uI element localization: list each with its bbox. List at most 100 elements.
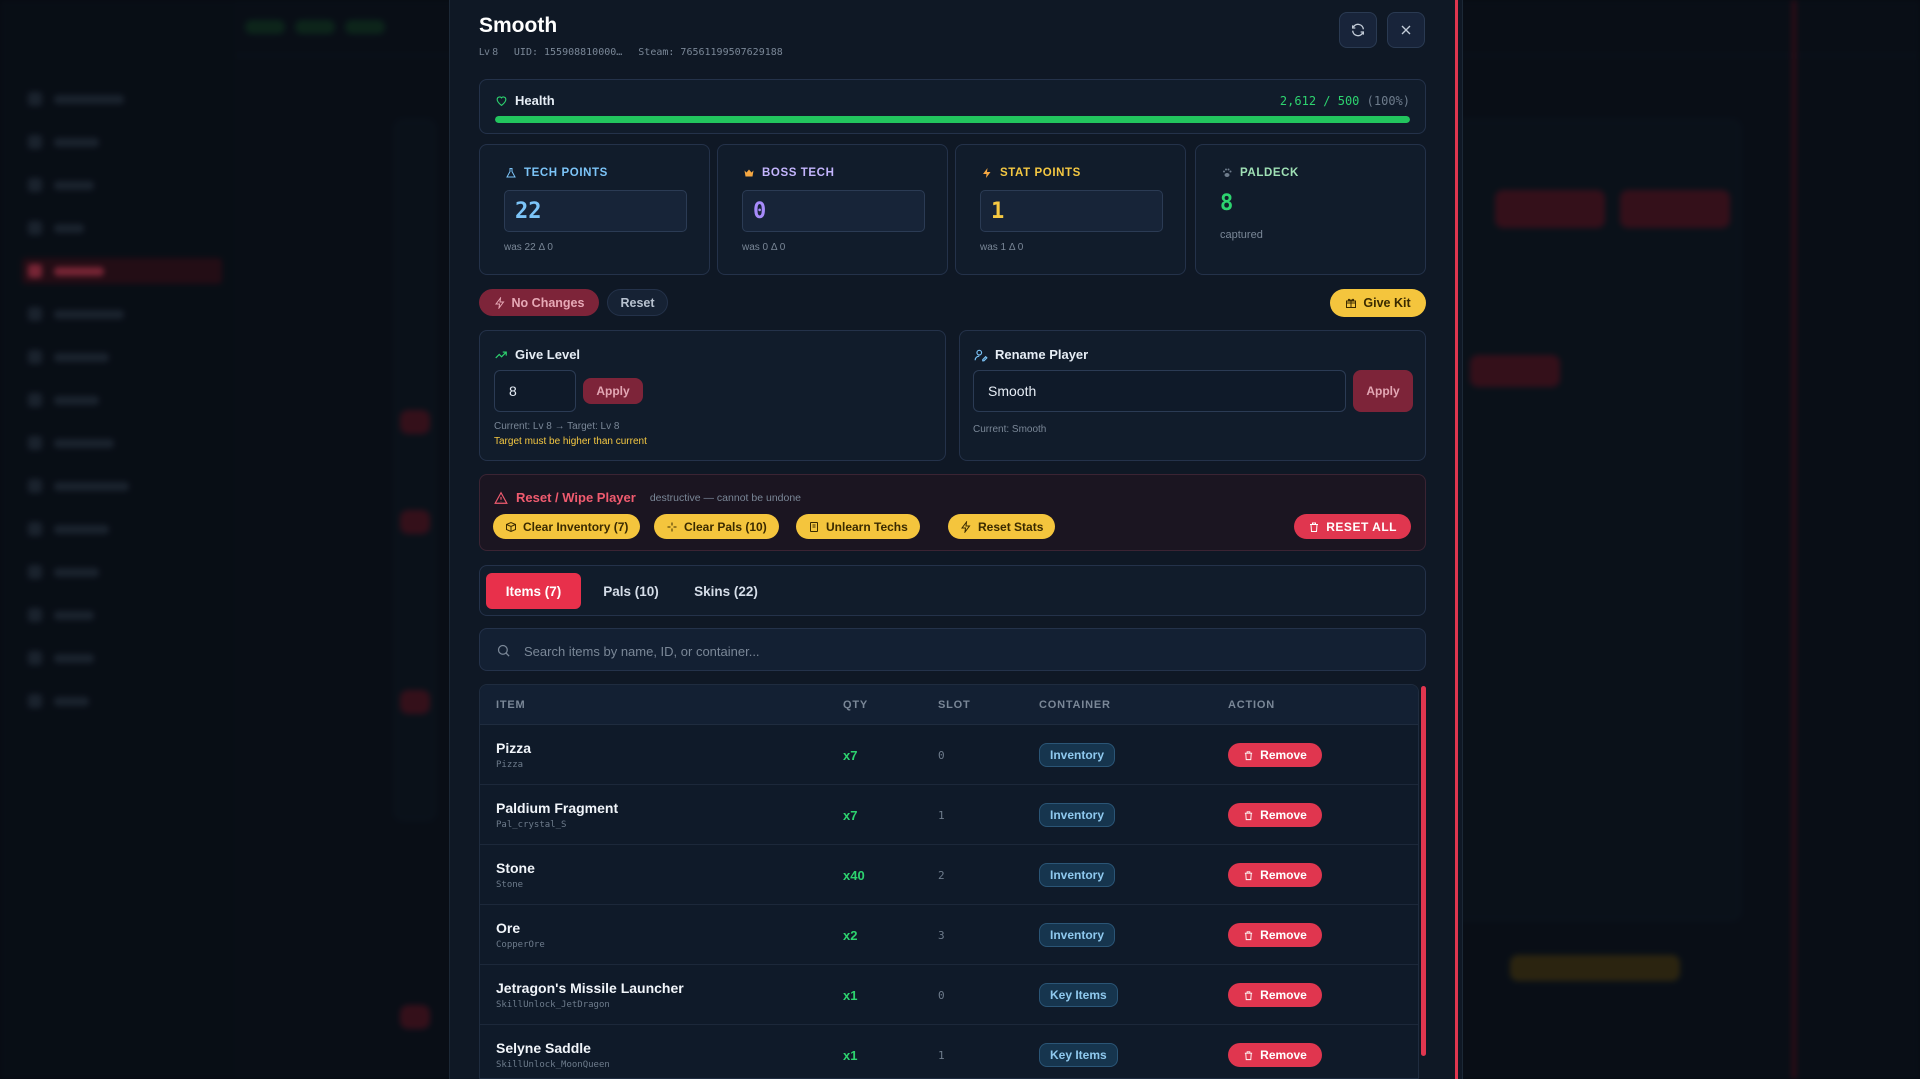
item-slot: 2: [938, 869, 945, 882]
trash-icon: [1244, 870, 1253, 880]
wipe-note: destructive — cannot be undone: [649, 491, 802, 504]
clear-pals-button[interactable]: Clear Pals (10): [654, 514, 779, 539]
background-sidebar: [0, 0, 235, 1079]
item-qty: x1: [843, 1048, 858, 1063]
remove-item-button[interactable]: Remove: [1228, 923, 1322, 947]
health-bar-fill: [495, 116, 1410, 123]
remove-item-button[interactable]: Remove: [1228, 743, 1322, 767]
health-value: 2,612 / 500 (100%): [1279, 94, 1410, 108]
rename-apply-button[interactable]: Apply: [1353, 370, 1413, 412]
item-id: Pal_crystal_S: [496, 820, 567, 830]
search-icon: [497, 644, 510, 657]
stat-points-input[interactable]: 1: [980, 190, 1163, 232]
paldeck-caption: captured: [1220, 229, 1263, 241]
refresh-button[interactable]: [1339, 12, 1377, 48]
table-row: Selyne Saddle SkillUnlock_MoonQueen x1 1 Key…: [480, 1025, 1418, 1078]
box-icon: [506, 521, 516, 532]
flask-icon: [506, 168, 516, 178]
remove-item-button[interactable]: Remove: [1228, 983, 1322, 1007]
item-slot: 1: [938, 1049, 945, 1062]
table-row: Jetragon's Missile Launcher SkillUnlock_J…: [480, 965, 1418, 1025]
tab-pals[interactable]: Pals (10): [589, 573, 673, 609]
trash-icon: [1310, 522, 1319, 532]
boss-tech-delta: was 0 Δ 0: [742, 242, 786, 253]
level-input[interactable]: 8: [494, 370, 576, 412]
remove-item-button[interactable]: Remove: [1228, 863, 1322, 887]
close-button[interactable]: [1387, 12, 1425, 48]
column-slot: SLOT: [938, 699, 971, 711]
rename-input[interactable]: Smooth: [973, 370, 1346, 412]
item-name: Paldium Fragment: [496, 800, 619, 816]
item-id: Stone: [496, 880, 524, 890]
reset-all-button[interactable]: RESET ALL: [1294, 514, 1411, 539]
container-badge: Inventory: [1039, 863, 1116, 887]
tech-points-card: TECH POINTS 22 was 22 Δ 0: [479, 144, 710, 275]
give-level-hint: Current: Lv 8 → Target: Lv 8: [494, 421, 620, 432]
table-header: ITEM QTY SLOT CONTAINER ACTION: [480, 685, 1418, 725]
item-name: Ore: [496, 920, 521, 936]
container-badge: Inventory: [1039, 743, 1116, 767]
items-table: ITEM QTY SLOT CONTAINER ACTION Pizza Pizz…: [479, 684, 1419, 1079]
user-edit-icon: [974, 349, 988, 361]
tab-bar: Items (7) Pals (10) Skins (22): [479, 565, 1426, 616]
book-icon: [810, 521, 818, 532]
tab-skins[interactable]: Skins (22): [681, 573, 771, 609]
give-level-apply-button[interactable]: Apply: [583, 378, 643, 404]
sparkle-icon: [667, 522, 677, 531]
reset-wipe-panel: Reset / Wipe Player destructive — cannot…: [479, 474, 1426, 551]
remove-item-button[interactable]: Remove: [1228, 1043, 1322, 1067]
unlearn-techs-button[interactable]: Unlearn Techs: [796, 514, 920, 539]
modal-header: Smooth Lv 8 UID: 155908810000… Steam: 76…: [479, 14, 1429, 64]
rename-hint: Current: Smooth: [973, 424, 1047, 435]
reset-button[interactable]: Reset: [607, 289, 668, 316]
give-kit-button[interactable]: Give Kit: [1330, 289, 1426, 317]
player-name: Smooth: [479, 14, 558, 37]
tab-items[interactable]: Items (7): [486, 573, 581, 609]
rename-player-panel: Rename Player Smooth Apply Current: Smoo…: [959, 330, 1426, 461]
container-badge: Inventory: [1039, 803, 1116, 827]
table-row: Ore CopperOre x2 3 Inventory Remove: [480, 905, 1418, 965]
search-input[interactable]: [524, 641, 1374, 661]
reset-stats-button[interactable]: Reset Stats: [948, 514, 1056, 539]
remove-item-button[interactable]: Remove: [1228, 803, 1322, 827]
boss-tech-input[interactable]: 0: [742, 190, 925, 232]
tech-points-delta: was 22 Δ 0: [504, 242, 553, 253]
item-name: Selyne Saddle: [496, 1040, 591, 1056]
background-logo: [26, 28, 176, 46]
item-name: Jetragon's Missile Launcher: [496, 980, 684, 996]
column-qty: QTY: [843, 699, 869, 711]
warning-icon: [494, 491, 508, 504]
container-badge: Key Items: [1039, 1043, 1118, 1067]
paldeck-count: 8: [1220, 191, 1234, 216]
give-level-warning: Target must be higher than current: [494, 436, 647, 447]
wipe-title: Reset / Wipe Player: [516, 490, 636, 505]
column-container: CONTAINER: [1039, 699, 1111, 711]
item-qty: x7: [843, 748, 858, 763]
clear-inventory-button[interactable]: Clear Inventory (7): [493, 514, 641, 539]
item-qty: x7: [843, 808, 858, 823]
rename-title: Rename Player: [995, 347, 1089, 362]
tech-points-input[interactable]: 22: [504, 190, 687, 232]
give-level-title: Give Level: [515, 347, 581, 362]
item-id: CopperOre: [496, 940, 545, 950]
bolt-icon: [494, 296, 505, 309]
trash-icon: [1244, 990, 1253, 1000]
bolt-icon: [961, 520, 971, 533]
item-id: SkillUnlock_JetDragon: [496, 1000, 610, 1010]
item-id: SkillUnlock_MoonQueen: [496, 1060, 610, 1070]
item-slot: 1: [938, 809, 945, 822]
item-slot: 0: [938, 749, 945, 762]
container-badge: Inventory: [1039, 923, 1116, 947]
item-name: Pizza: [496, 740, 532, 756]
stat-points-delta: was 1 Δ 0: [980, 242, 1024, 253]
table-row: Pizza Pizza x7 0 Inventory Remove: [480, 725, 1418, 785]
table-scrollbar[interactable]: [1421, 686, 1426, 1056]
health-bar: [495, 116, 1410, 123]
item-slot: 3: [938, 929, 945, 942]
modal-edge-accent: [1455, 0, 1458, 1079]
heart-icon: [496, 96, 507, 107]
no-changes-button[interactable]: No Changes: [479, 289, 599, 316]
stat-points-card: STAT POINTS 1 was 1 Δ 0: [955, 144, 1186, 275]
search-bar: [479, 628, 1426, 671]
background-nav: [22, 86, 222, 731]
